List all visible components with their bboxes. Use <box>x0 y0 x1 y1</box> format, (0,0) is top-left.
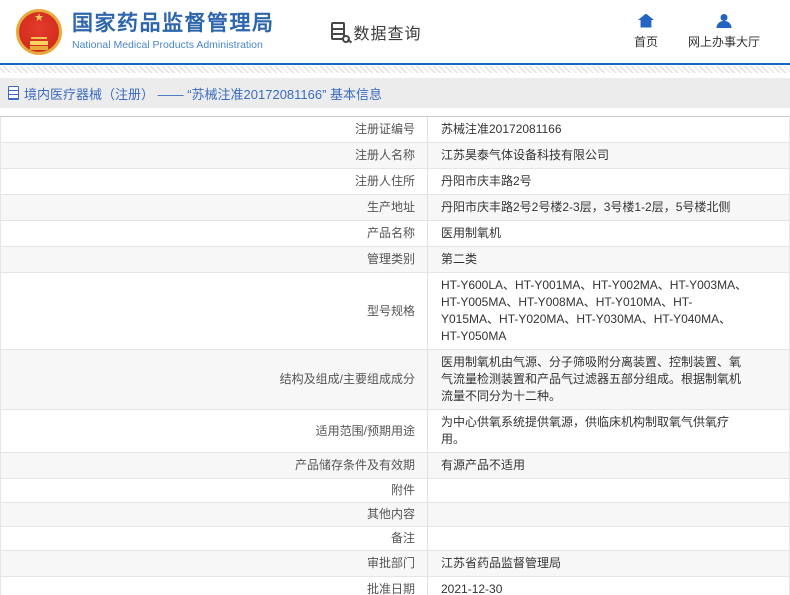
row-label-text: 注册人名称 <box>354 148 415 162</box>
table-row: 型号规格 HT-Y600LA、HT-Y001MA、HT-Y002MA、HT-Y00… <box>1 273 789 350</box>
row-label-text: 审批部门 <box>366 556 415 570</box>
table-row: 批准日期 2021-12-30 <box>1 577 789 595</box>
page-title: 境内医疗器械（注册） —— “苏械注准20172081166” 基本信息 <box>24 86 383 102</box>
row-value <box>428 527 789 550</box>
row-label-text: 结构及组成/主要组成成分 <box>279 372 415 386</box>
row-value <box>428 479 789 502</box>
row-value: 有源产品不适用 <box>441 458 526 472</box>
nav-online-hall-label: 网上办事大厅 <box>687 34 760 49</box>
row-value: 丹阳市庆丰路2号2号楼2-3层，3号楼1-2层，5号楼北侧 <box>441 200 731 214</box>
table-row: 注册证编号 苏械注准20172081166 <box>1 117 789 143</box>
row-value: HT-Y600LA、HT-Y001MA、HT-Y002MA、HT-Y003MA、… <box>441 278 748 343</box>
row-label: 注册人住所 <box>1 169 428 194</box>
table-row: 产品名称 医用制氧机 <box>1 221 789 247</box>
row-label: 管理类别 <box>1 247 428 272</box>
row-value: 第二类 <box>441 252 478 266</box>
row-label-text: 产品名称 <box>366 226 415 240</box>
row-label: 备注 <box>1 527 428 550</box>
row-label-text: 产品储存条件及有效期 <box>294 458 415 472</box>
row-label: 结构及组成/主要组成成分 <box>1 350 428 409</box>
table-row: 产品储存条件及有效期 有源产品不适用 <box>1 453 789 479</box>
row-label-text: 注册证编号 <box>354 122 415 136</box>
user-icon <box>716 14 732 28</box>
table-row: 结构及组成/主要组成成分 医用制氧机由气源、分子筛吸附分离装置、控制装置、氧气流量… <box>1 350 789 410</box>
org-name-en: National Medical Products Administration <box>72 39 263 51</box>
nav-item-home[interactable]: 首页 <box>633 13 658 50</box>
info-table: 注册证编号 苏械注准20172081166 注册人名称 江苏昊泰气体设备科技有限公司注… <box>0 116 790 595</box>
row-value <box>428 503 789 526</box>
org-name-zh: 国家药品监督管理局 <box>72 12 275 35</box>
nav-item-online-hall[interactable]: 网上办事大厅 <box>688 14 760 50</box>
data-query-label: 数据查询 <box>353 25 422 43</box>
row-value: 江苏省药品监督管理局 <box>441 556 562 570</box>
table-row: 备注 <box>1 527 789 551</box>
row-value: 2021-12-30 <box>441 582 503 595</box>
row-label-text: 备注 <box>390 531 415 545</box>
emblem-star-icon: ★ <box>34 11 44 24</box>
breadcrumb-bar: 境内医疗器械（注册） —— “苏械注准20172081166” 基本信息 <box>0 78 790 108</box>
row-label-text: 批准日期 <box>366 582 415 595</box>
row-label: 适用范围/预期用途 <box>1 410 428 452</box>
row-label: 注册人名称 <box>1 143 428 168</box>
row-label-text: 管理类别 <box>366 252 415 266</box>
header-divider-blue <box>0 63 790 65</box>
brand-block: 国家药品监督管理局 National Medical Products Admi… <box>72 12 275 51</box>
row-label: 附件 <box>1 479 428 502</box>
row-label: 产品名称 <box>1 221 428 246</box>
row-value: 医用制氧机由气源、分子筛吸附分离装置、控制装置、氧气流量检测装置和产品气过滤器五… <box>441 355 742 403</box>
row-label: 其他内容 <box>1 503 428 526</box>
row-label-text: 其他内容 <box>366 507 415 521</box>
row-label: 注册证编号 <box>1 117 428 142</box>
document-search-icon <box>330 21 350 43</box>
table-row: 其他内容 <box>1 503 789 527</box>
row-label-text: 型号规格 <box>366 303 415 318</box>
row-label-text: 附件 <box>390 483 415 497</box>
table-row: 注册人住所 丹阳市庆丰路2号 <box>1 169 789 195</box>
table-row: 管理类别 第二类 <box>1 247 789 273</box>
row-label-text: 适用范围/预期用途 <box>315 423 415 438</box>
table-row: 审批部门 江苏省药品监督管理局 <box>1 551 789 577</box>
national-emblem-logo: ★ <box>16 8 62 55</box>
data-query-section: 数据查询 <box>330 20 422 44</box>
row-label: 型号规格 <box>1 273 428 349</box>
nav-home-label: 首页 <box>633 34 658 49</box>
row-label: 产品储存条件及有效期 <box>1 453 428 478</box>
row-label: 审批部门 <box>1 551 428 576</box>
emblem-gate-icon <box>30 40 48 45</box>
table-row: 适用范围/预期用途 为中心供氧系统提供氧源，供临床机构制取氧气供氧疗用。 <box>1 410 789 453</box>
row-value: 医用制氧机 <box>441 226 502 240</box>
table-row: 生产地址 丹阳市庆丰路2号2号楼2-3层，3号楼1-2层，5号楼北侧 <box>1 195 789 221</box>
document-icon <box>8 86 19 100</box>
table-row: 附件 <box>1 479 789 503</box>
row-label-text: 注册人住所 <box>354 174 415 188</box>
header-nav: 首页 网上办事大厅 <box>633 13 774 50</box>
header-divider-hatch <box>0 66 790 73</box>
row-value: 丹阳市庆丰路2号 <box>441 174 532 188</box>
row-label: 生产地址 <box>1 195 428 220</box>
row-value: 江苏昊泰气体设备科技有限公司 <box>441 148 610 162</box>
row-label: 批准日期 <box>1 577 428 595</box>
row-value: 为中心供氧系统提供氧源，供临床机构制取氧气供氧疗用。 <box>441 415 730 446</box>
row-value: 苏械注准20172081166 <box>441 122 562 136</box>
row-label-text: 生产地址 <box>366 200 415 214</box>
table-row: 注册人名称 江苏昊泰气体设备科技有限公司 <box>1 143 789 169</box>
site-header: ★ 国家药品监督管理局 National Medical Products Ad… <box>0 0 790 63</box>
home-icon <box>637 13 654 28</box>
